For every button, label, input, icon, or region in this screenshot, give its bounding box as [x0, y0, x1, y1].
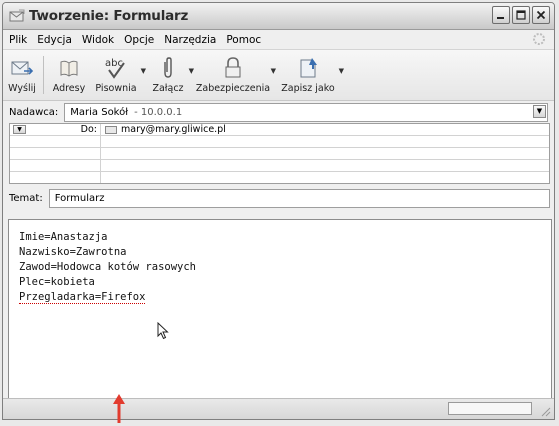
menu-file[interactable]: Plik [9, 34, 27, 46]
recipient-row-empty[interactable] [10, 160, 549, 172]
send-button[interactable]: Wyślij [7, 54, 37, 94]
subject-input[interactable]: Formularz [48, 188, 550, 208]
activity-throbber-icon [532, 32, 546, 46]
compose-app-icon [9, 9, 25, 23]
recipient-type-select[interactable]: ▼ Do: [10, 124, 101, 135]
security-dropdown-icon[interactable]: ▼ [271, 67, 276, 75]
addresses-button[interactable]: Adresy [50, 54, 88, 94]
menu-view[interactable]: Widok [82, 34, 114, 46]
spelling-button[interactable]: abc Pisownia ▼ [94, 54, 146, 94]
save-as-dropdown-icon[interactable]: ▼ [339, 67, 344, 75]
recipient-type-label: Do: [80, 124, 97, 135]
body-line: Imie=Anastazja [19, 231, 108, 243]
resize-grip-icon[interactable] [539, 405, 551, 417]
subject-row: Temat: Formularz [3, 187, 554, 209]
body-line: Plec=kobieta [19, 276, 95, 288]
subject-value: Formularz [54, 192, 105, 204]
contact-card-icon [105, 125, 117, 134]
sender-label: Nadawca: [9, 106, 59, 118]
save-page-icon [300, 58, 317, 78]
recipient-row-empty[interactable] [10, 148, 549, 160]
spellcheck-icon: abc [105, 58, 125, 79]
status-bar [3, 398, 554, 419]
mouse-pointer-icon [157, 321, 169, 345]
recipients-list: ▼ Do: mary@mary.gliwice.pl [9, 123, 550, 184]
menu-options[interactable]: Opcje [124, 34, 154, 46]
minimize-button[interactable] [492, 6, 510, 24]
security-button[interactable]: Zabezpieczenia ▼ [196, 54, 276, 94]
spelling-dropdown-icon[interactable]: ▼ [141, 67, 146, 75]
status-progress-field [448, 402, 532, 415]
send-icon [11, 61, 34, 75]
menu-tools[interactable]: Narzędzia [164, 34, 216, 46]
chevron-down-icon[interactable]: ▼ [533, 104, 546, 118]
sender-select[interactable]: Maria Sokół - 10.0.0.1 ▼ [64, 102, 548, 122]
recipient-row-empty[interactable] [10, 136, 549, 148]
recipient-row: ▼ Do: mary@mary.gliwice.pl [10, 124, 549, 136]
menu-edit[interactable]: Edycja [37, 34, 72, 46]
title-bar: Tworzenie: Formularz [3, 3, 554, 30]
sender-ip: - 10.0.0.1 [134, 106, 183, 118]
padlock-icon [225, 57, 241, 78]
save-as-button[interactable]: Zapisz jako ▼ [280, 54, 344, 94]
toolbar: Wyślij Adresy abc Pisownia ▼ Załącz ▼ Za… [3, 50, 554, 101]
recipient-address-field[interactable]: mary@mary.gliwice.pl [101, 124, 549, 135]
paperclip-icon [164, 57, 172, 78]
maximize-button[interactable] [512, 6, 530, 24]
sender-row: Nadawca: Maria Sokół - 10.0.0.1 ▼ [3, 101, 554, 123]
recipient-address: mary@mary.gliwice.pl [121, 124, 226, 135]
body-line: Nazwisko=Zawrotna [19, 246, 127, 258]
recipient-row-empty[interactable] [10, 172, 549, 183]
sender-name: Maria Sokół [70, 106, 129, 118]
attach-button[interactable]: Załącz ▼ [150, 54, 194, 94]
menu-bar: Plik Edycja Widok Opcje Narzędzia Pomoc [3, 30, 554, 50]
body-line: Przegladarka=Firefox [19, 291, 146, 304]
annotation-arrow-icon [112, 393, 126, 423]
subject-label: Temat: [9, 192, 43, 204]
message-body-editor[interactable]: Imie=Anastazja Nazwisko=Zawrotna Zawod=H… [8, 219, 552, 399]
window-title: Tworzenie: Formularz [29, 8, 189, 24]
toolbar-separator [43, 56, 44, 94]
close-button[interactable] [532, 6, 550, 24]
body-line: Zawod=Hodowca kotów rasowych [19, 261, 197, 273]
attach-dropdown-icon[interactable]: ▼ [189, 67, 194, 75]
menu-help[interactable]: Pomoc [226, 34, 261, 46]
chevron-down-icon[interactable]: ▼ [13, 125, 26, 134]
compose-window: Tworzenie: Formularz Plik Edycja Widok O… [2, 2, 555, 420]
address-book-icon [60, 60, 78, 77]
